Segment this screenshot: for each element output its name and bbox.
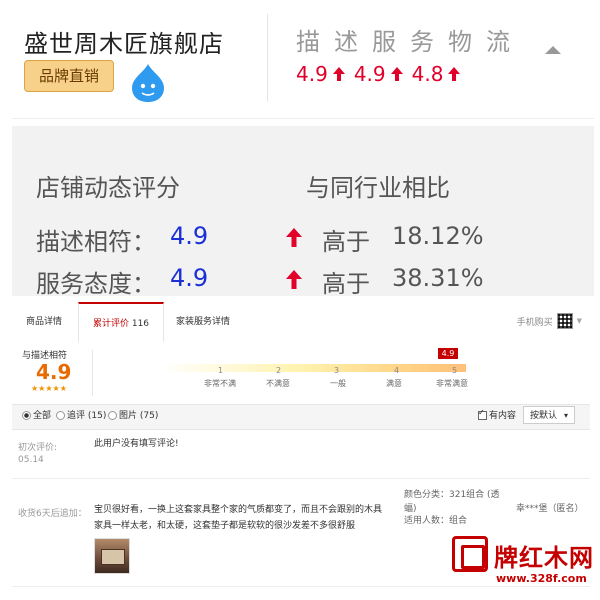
up-arrow-icon — [448, 67, 461, 81]
chevron-down-icon: ▼ — [576, 317, 582, 325]
desc-compare: 高于 — [322, 228, 370, 256]
logistics-rating: 4.8 — [412, 62, 462, 86]
review-photo-thumbnail[interactable] — [94, 538, 130, 574]
reviewer-name: 幸***堡（匿名） — [516, 504, 584, 514]
mobile-buy-label: 手机购买 — [516, 317, 553, 328]
divider — [92, 350, 93, 396]
divider — [12, 478, 590, 479]
filter-all[interactable]: 全部 — [22, 408, 51, 421]
tick-label-1: 非常不满 — [204, 379, 236, 388]
satisfaction-bar — [160, 364, 466, 372]
tab-product-details[interactable]: 商品详情 — [26, 302, 62, 342]
rating-summary — [12, 342, 590, 404]
header-rating-row: 4.9 4.9 4.8 — [296, 62, 461, 86]
rating-title: 描述服务物流 — [296, 28, 524, 56]
up-arrow-icon — [390, 67, 403, 81]
radio-icon — [56, 411, 65, 420]
review-text-line1: 宝贝很好看，一换上这套家具整个家的气质都变了，而且不会跟别的木具 — [94, 505, 383, 515]
sort-dropdown[interactable]: 按默认 ▾ — [523, 406, 575, 424]
service-label: 服务态度： — [36, 270, 156, 298]
filter-has-content[interactable]: 有内容 — [478, 408, 516, 421]
match-score: 4.9 — [36, 360, 72, 384]
sku-color: 颜色分类：321组合 (透 — [404, 490, 500, 500]
tick-label-5: 非常满意 — [436, 379, 468, 388]
filter-has-content-label: 有内容 — [489, 411, 517, 421]
up-arrow-icon — [332, 67, 345, 81]
tab-home-service[interactable]: 家装服务详情 — [176, 302, 230, 342]
score-panel-title: 店铺动态评分 — [36, 174, 180, 202]
tick-3: 3 — [334, 366, 340, 375]
sku-people: 适用人数：组合 — [404, 516, 468, 526]
tab-reviews[interactable]: 累计评价 116 — [78, 302, 164, 344]
qr-code-icon — [556, 313, 573, 329]
desc-label: 描述相符： — [36, 228, 156, 256]
radio-icon — [22, 411, 31, 420]
service-rating-value: 4.9 — [353, 62, 386, 86]
tick-label-4: 满意 — [386, 379, 402, 388]
service-value: 4.9 — [170, 264, 209, 292]
up-arrow-icon — [286, 270, 302, 289]
star-rating-icon: ★★★★★ — [31, 384, 67, 393]
tick-5: 5 — [452, 366, 458, 375]
service-compare: 高于 — [322, 270, 370, 298]
filter-images-label: 图片 (75) — [119, 411, 159, 421]
review-label: 收货6天后追加： — [18, 509, 87, 519]
sort-label: 按默认 — [530, 411, 558, 421]
filter-all-label: 全部 — [33, 411, 52, 421]
review-text-line2: 家具一样太老，和太硬，这套垫子都是软软的很沙发差不多很舒服 — [94, 521, 356, 531]
furniture-image — [101, 549, 125, 565]
service-rating: 4.9 — [354, 62, 404, 86]
watermark-logo-icon — [452, 536, 488, 572]
tab-reviews-label: 累计评价 — [92, 319, 129, 329]
review-date: 05.14 — [18, 455, 44, 465]
review-text: 此用户没有填写评论! — [94, 439, 179, 449]
up-arrow-icon — [286, 228, 302, 247]
tick-label-2: 不满意 — [266, 379, 290, 388]
desc-percent: 18.12% — [392, 222, 484, 250]
tick-2: 2 — [276, 366, 282, 375]
compare-title: 与同行业相比 — [306, 174, 450, 202]
tick-4: 4 — [394, 366, 400, 375]
filter-followup[interactable]: 追评 (15) — [56, 408, 106, 421]
desc-value: 4.9 — [170, 222, 209, 250]
tab-bar: 商品详情 累计评价 116 家装服务详情 手机购买 ▼ — [12, 302, 590, 344]
filter-images[interactable]: 图片 (75) — [108, 408, 158, 421]
mobile-buy[interactable]: 手机购买 ▼ — [517, 313, 582, 329]
review-label: 初次评价: — [18, 443, 58, 453]
chevron-down-icon: ▾ — [563, 411, 568, 420]
brand-badge: 品牌直销 — [24, 60, 114, 92]
service-percent: 38.31% — [392, 264, 484, 292]
tick-1: 1 — [218, 366, 224, 375]
desc-rating: 4.9 — [296, 62, 346, 86]
collapse-triangle-icon[interactable] — [545, 46, 561, 54]
radio-icon — [108, 411, 117, 420]
tick-label-3: 一般 — [330, 379, 346, 388]
score-flag: 4.9 — [438, 348, 458, 359]
desc-rating-value: 4.9 — [296, 62, 328, 86]
tab-reviews-count: 116 — [131, 319, 150, 329]
watermark-brand: 牌红木网 — [494, 544, 594, 572]
watermark-url: www.328f.com — [496, 572, 587, 585]
header-divider — [267, 14, 268, 102]
filter-followup-label: 追评 (15) — [67, 411, 107, 421]
mascot-icon[interactable] — [126, 60, 170, 104]
shop-name[interactable]: 盛世周木匠旗舰店 — [24, 24, 224, 59]
logistics-rating-value: 4.8 — [411, 62, 444, 86]
divider — [12, 586, 590, 587]
checkbox-icon — [478, 408, 487, 420]
